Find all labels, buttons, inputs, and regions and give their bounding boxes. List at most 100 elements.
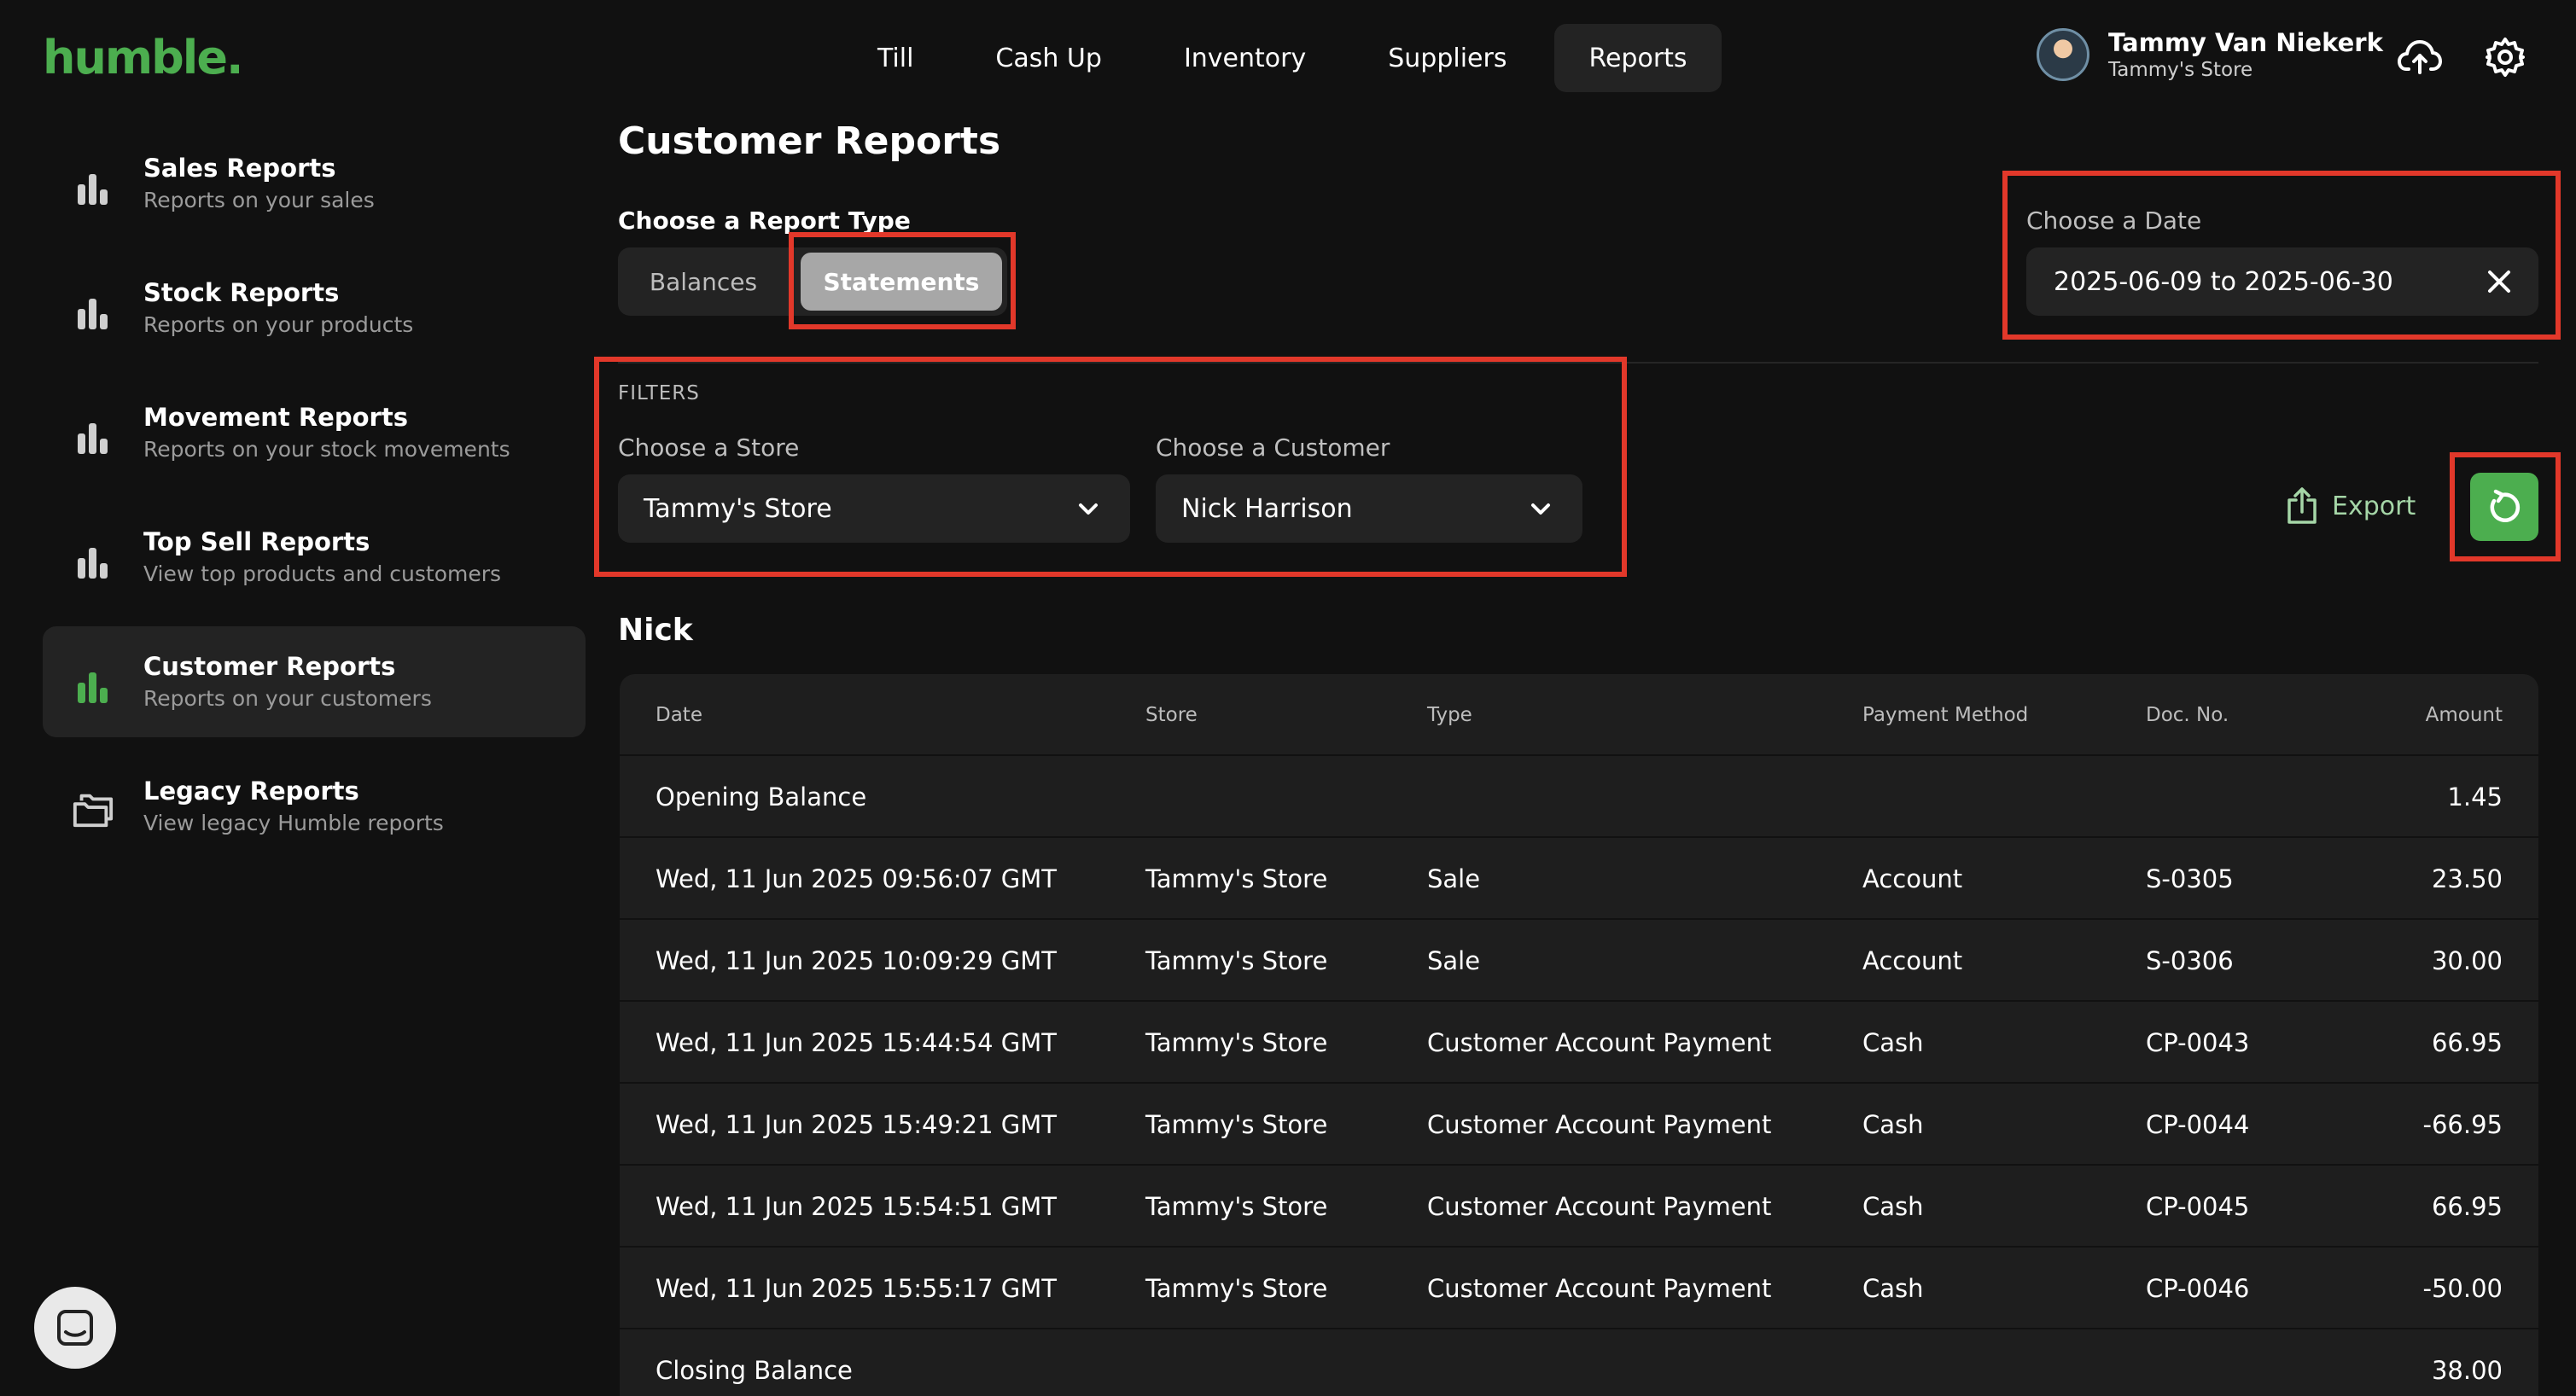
cell-type: Sale — [1427, 946, 1481, 975]
sidebar-item-title: Top Sell Reports — [143, 527, 370, 556]
cell-type: Customer Account Payment — [1427, 1110, 1772, 1139]
sidebar-item-title: Stock Reports — [143, 278, 340, 307]
cell-date: Wed, 11 Jun 2025 15:54:51 GMT — [656, 1192, 1058, 1221]
sidebar-item-subtitle: View top products and customers — [143, 561, 502, 586]
nav-inventory[interactable]: Inventory — [1150, 24, 1340, 92]
folders-icon — [72, 785, 114, 828]
cell-amount: -66.95 — [2422, 1110, 2503, 1139]
user-store: Tammy's Store — [2108, 59, 2253, 81]
header-payment-method: Payment Method — [1862, 704, 2029, 726]
sidebar-item-subtitle: Reports on your customers — [143, 686, 432, 711]
cell-payment-method: Cash — [1862, 1110, 1924, 1139]
sidebar-item-subtitle: Reports on your products — [143, 312, 414, 337]
cell-store: Tammy's Store — [1145, 946, 1328, 975]
page-title: Customer Reports — [618, 119, 1001, 163]
highlight-box — [2002, 171, 2561, 340]
table-header: Date Store Type Payment Method Doc. No. … — [620, 674, 2538, 756]
nav-till[interactable]: Till — [843, 24, 947, 92]
cell-payment-method: Cash — [1862, 1274, 1924, 1303]
cell-store: Tammy's Store — [1145, 1110, 1328, 1139]
nav-cash-up[interactable]: Cash Up — [961, 24, 1136, 92]
cell-payment-method: Account — [1862, 946, 1963, 975]
top-nav: Till Cash Up Inventory Suppliers Reports — [843, 24, 1722, 92]
cell-payment-method: Account — [1862, 864, 1963, 893]
sidebar-item-title: Movement Reports — [143, 403, 408, 432]
cell-doc-no: S-0306 — [2146, 946, 2234, 975]
cell-date: Wed, 11 Jun 2025 15:49:21 GMT — [656, 1110, 1058, 1139]
user-name: Tammy Van Niekerk — [2108, 28, 2383, 57]
table-row: Closing Balance 38.00 — [620, 1329, 2538, 1396]
bar-chart-icon — [72, 287, 114, 329]
user-profile[interactable]: Tammy Van Niekerk Tammy's Store — [2037, 27, 2383, 82]
sidebar-item-title: Customer Reports — [143, 652, 396, 681]
share-icon — [2288, 487, 2317, 524]
sidebar-item-sales-reports[interactable]: Sales Reports Reports on your sales — [43, 128, 586, 239]
sidebar-item-movement-reports[interactable]: Movement Reports Reports on your stock m… — [43, 377, 586, 488]
humble-logo[interactable]: humble. — [43, 31, 243, 84]
cell-doc-no: CP-0044 — [2146, 1110, 2250, 1139]
cell-type: Sale — [1427, 864, 1481, 893]
sidebar-item-top-sell-reports[interactable]: Top Sell Reports View top products and c… — [43, 502, 586, 613]
cell-type: Customer Account Payment — [1427, 1274, 1772, 1303]
table-row: Wed, 11 Jun 2025 10:09:29 GMT Tammy's St… — [620, 920, 2538, 1002]
cell-doc-no: CP-0046 — [2146, 1274, 2250, 1303]
cell-date: Opening Balance — [656, 782, 867, 811]
cell-payment-method: Cash — [1862, 1192, 1924, 1221]
bar-chart-icon — [72, 660, 114, 703]
cell-doc-no: CP-0043 — [2146, 1028, 2250, 1057]
highlight-box — [2450, 452, 2561, 561]
header-type: Type — [1427, 704, 1472, 726]
cell-amount: -50.00 — [2422, 1274, 2503, 1303]
export-label: Export — [2332, 491, 2416, 521]
sidebar-item-subtitle: View legacy Humble reports — [143, 811, 444, 835]
sidebar-item-stock-reports[interactable]: Stock Reports Reports on your products — [43, 253, 586, 364]
nav-reports[interactable]: Reports — [1554, 24, 1722, 92]
cell-date: Wed, 11 Jun 2025 15:44:54 GMT — [656, 1028, 1058, 1057]
avatar — [2037, 28, 2089, 81]
cell-amount: 38.00 — [2431, 1356, 2503, 1385]
cell-amount: 23.50 — [2431, 864, 2503, 893]
table-row: Wed, 11 Jun 2025 15:49:21 GMT Tammy's St… — [620, 1084, 2538, 1166]
sidebar-item-subtitle: Reports on your sales — [143, 188, 375, 212]
bar-chart-icon — [72, 536, 114, 579]
cell-store: Tammy's Store — [1145, 1192, 1328, 1221]
header-doc-no: Doc. No. — [2146, 704, 2229, 726]
sidebar-item-legacy-reports[interactable]: Legacy Reports View legacy Humble report… — [43, 751, 586, 862]
cell-store: Tammy's Store — [1145, 864, 1328, 893]
bar-chart-icon — [72, 162, 114, 205]
cell-payment-method: Cash — [1862, 1028, 1924, 1057]
cell-type: Customer Account Payment — [1427, 1028, 1772, 1057]
balances-tab[interactable]: Balances — [618, 247, 789, 316]
app-window: humble. Till Cash Up Inventory Suppliers… — [0, 0, 2576, 1396]
statement-table: Date Store Type Payment Method Doc. No. … — [620, 674, 2538, 1396]
cell-amount: 30.00 — [2431, 946, 2503, 975]
table-row: Opening Balance 1.45 — [620, 756, 2538, 838]
header-store: Store — [1145, 704, 1198, 726]
sidebar-item-customer-reports[interactable]: Customer Reports Reports on your custome… — [43, 626, 586, 737]
cell-date: Wed, 11 Jun 2025 15:55:17 GMT — [656, 1274, 1058, 1303]
report-type-label: Choose a Report Type — [618, 206, 911, 235]
table-row: Wed, 11 Jun 2025 09:56:07 GMT Tammy's St… — [620, 838, 2538, 920]
sidebar: Sales Reports Reports on your sales Stoc… — [43, 128, 586, 875]
table-row: Wed, 11 Jun 2025 15:54:51 GMT Tammy's St… — [620, 1166, 2538, 1248]
nav-suppliers[interactable]: Suppliers — [1354, 24, 1541, 92]
export-button[interactable]: Export — [2286, 486, 2416, 526]
cell-date: Wed, 11 Jun 2025 09:56:07 GMT — [656, 864, 1058, 893]
sidebar-item-title: Legacy Reports — [143, 777, 359, 806]
cell-store: Tammy's Store — [1145, 1028, 1328, 1057]
bar-chart-icon — [72, 411, 114, 454]
gear-icon[interactable] — [2480, 32, 2530, 82]
cloud-upload-icon[interactable] — [2395, 32, 2445, 82]
highlight-box — [789, 232, 1016, 329]
cell-store: Tammy's Store — [1145, 1274, 1328, 1303]
header-amount: Amount — [2425, 704, 2503, 726]
highlight-box — [594, 357, 1627, 577]
table-row: Wed, 11 Jun 2025 15:55:17 GMT Tammy's St… — [620, 1248, 2538, 1329]
cell-date: Wed, 11 Jun 2025 10:09:29 GMT — [656, 946, 1058, 975]
sidebar-item-subtitle: Reports on your stock movements — [143, 437, 510, 462]
header-date: Date — [656, 704, 702, 726]
cell-amount: 66.95 — [2431, 1192, 2503, 1221]
cell-date: Closing Balance — [656, 1356, 853, 1385]
chat-support-button[interactable] — [34, 1287, 116, 1369]
customer-name-heading: Nick — [618, 613, 693, 648]
